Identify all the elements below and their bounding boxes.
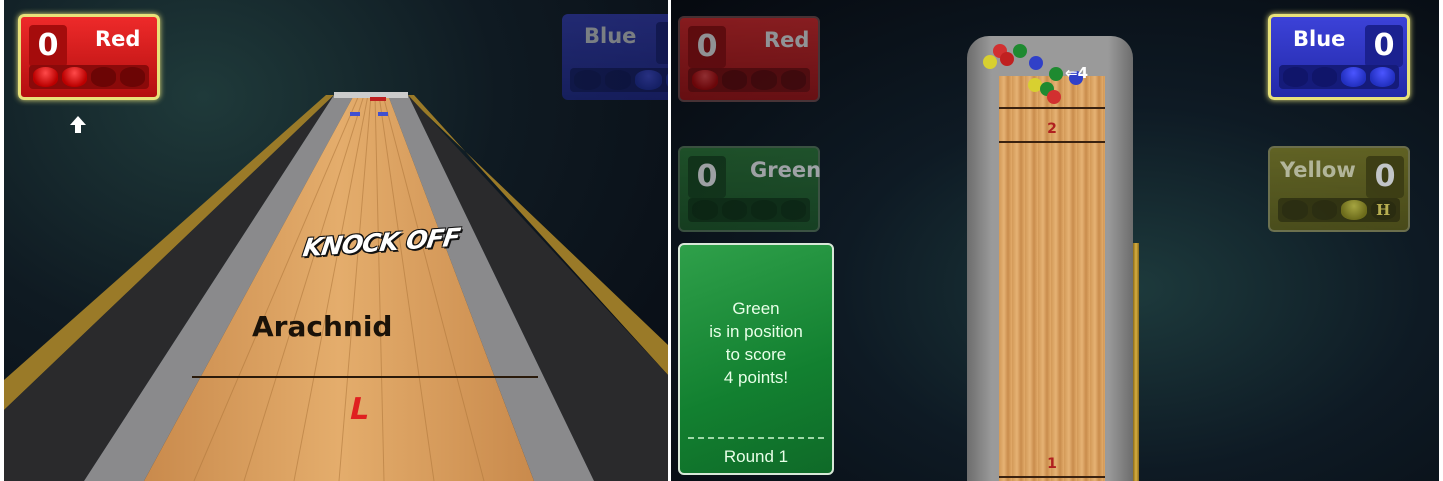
red-puck-icon bbox=[780, 70, 806, 90]
green-puck-icon bbox=[692, 200, 718, 220]
round-label: Round 1 bbox=[723, 447, 789, 466]
blue-name: Blue bbox=[1293, 27, 1346, 51]
yellow-score-card: Yellow 0 H bbox=[1268, 146, 1410, 232]
green-puck bbox=[1013, 44, 1027, 58]
red-puck bbox=[1047, 90, 1061, 104]
red-puck-icon bbox=[721, 70, 747, 90]
red-puck-icon bbox=[692, 70, 718, 90]
green-puck-icon bbox=[721, 200, 747, 220]
blue-score bbox=[656, 22, 668, 64]
red-name: Red bbox=[764, 28, 810, 52]
red-puck bbox=[1000, 52, 1014, 66]
foul-line bbox=[192, 376, 538, 378]
yellow-puck-icon bbox=[1311, 200, 1337, 220]
blue-puck-icon bbox=[604, 70, 631, 90]
blue-score-card: Blue 0 bbox=[1268, 14, 1410, 100]
blue-puck-icon bbox=[665, 70, 668, 90]
green-puck-tray bbox=[688, 198, 810, 222]
blue-puck-icon bbox=[1370, 67, 1395, 87]
red-puck-tray bbox=[688, 68, 810, 92]
message-text: Green is in position to score 4 points! bbox=[709, 299, 803, 387]
red-puck-icon bbox=[33, 67, 58, 87]
right-side-rail bbox=[1133, 243, 1139, 481]
green-score-card: 0 Green bbox=[678, 146, 822, 232]
blue-puck-icon bbox=[1341, 67, 1366, 87]
green-name: Green bbox=[750, 158, 822, 182]
red-puck-icon bbox=[751, 70, 777, 90]
far-puck-blue bbox=[378, 112, 388, 116]
yellow-puck bbox=[983, 55, 997, 69]
red-score-card: 0 Red bbox=[18, 14, 160, 100]
blue-puck-icon bbox=[574, 70, 601, 90]
overhead-view: 2 1 ⇐4 0 Red 0 Green Green is in positio… bbox=[671, 0, 1439, 481]
blue-score: 0 bbox=[1365, 25, 1403, 67]
red-puck-icon bbox=[91, 67, 116, 87]
zone-line-1 bbox=[999, 476, 1105, 478]
zone-line-3 bbox=[999, 107, 1105, 109]
red-puck-tray bbox=[29, 65, 149, 89]
yellow-puck-icon bbox=[1341, 200, 1367, 220]
points-indicator: ⇐4 bbox=[1065, 64, 1089, 82]
arachnid-logo: Arachnid bbox=[252, 310, 393, 343]
green-puck-icon bbox=[751, 200, 777, 220]
red-score: 0 bbox=[29, 25, 67, 67]
zone-line-2 bbox=[999, 141, 1105, 143]
zone-2-label: 2 bbox=[1047, 121, 1057, 137]
zone-1-label: 1 bbox=[1047, 456, 1057, 472]
yellow-puck-icon bbox=[1282, 200, 1308, 220]
red-puck-icon bbox=[120, 67, 145, 87]
yellow-puck-tray: H bbox=[1278, 198, 1400, 222]
message-card: Green is in position to score 4 points! … bbox=[678, 243, 834, 475]
blue-puck-tray bbox=[570, 68, 668, 92]
lane-perspective-view: KNOCK OFF Arachnid L 0 Red Blue bbox=[4, 0, 668, 481]
hammer-icon: H bbox=[1370, 200, 1396, 220]
blue-puck-icon bbox=[635, 70, 662, 90]
blue-puck-tray bbox=[1279, 65, 1399, 89]
blue-puck-icon bbox=[1312, 67, 1337, 87]
green-puck-icon bbox=[780, 200, 806, 220]
green-score: 0 bbox=[688, 156, 726, 198]
red-name: Red bbox=[95, 27, 141, 51]
red-score-card: 0 Red bbox=[678, 16, 820, 102]
red-puck-icon bbox=[62, 67, 87, 87]
message-divider bbox=[688, 437, 824, 439]
yellow-name: Yellow bbox=[1280, 158, 1356, 182]
blue-puck-icon bbox=[1283, 67, 1308, 87]
green-puck bbox=[1049, 67, 1063, 81]
far-puck-blue bbox=[350, 112, 360, 116]
far-puck-red bbox=[370, 97, 386, 101]
yellow-score: 0 bbox=[1366, 156, 1404, 198]
blue-score-card: Blue bbox=[562, 14, 668, 100]
red-score: 0 bbox=[688, 26, 726, 68]
blue-puck bbox=[1029, 56, 1043, 70]
blue-name: Blue bbox=[584, 24, 637, 48]
turn-arrow-stem bbox=[75, 124, 81, 133]
